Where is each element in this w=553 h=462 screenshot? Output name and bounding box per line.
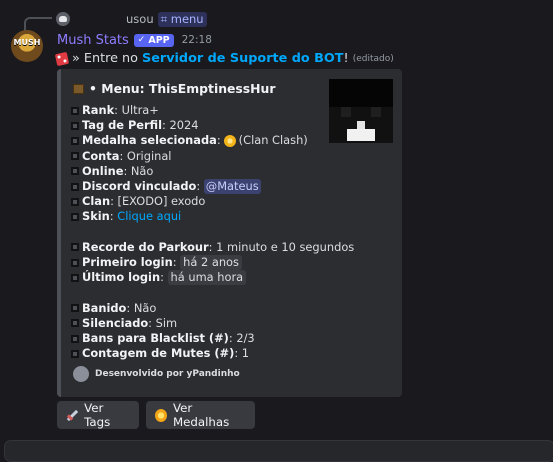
bot-username[interactable]: Mush Stats bbox=[57, 33, 129, 48]
bullet-icon bbox=[71, 304, 79, 313]
field-online: Online: Não bbox=[71, 164, 390, 179]
field-last-login: Último login: há uma hora bbox=[71, 270, 390, 286]
message-timestamp: 22:18 bbox=[181, 34, 212, 46]
field-mute-count: Contagem de Mutes (#): 1 bbox=[71, 346, 390, 361]
reply-reference[interactable]: usou ⌗ menu bbox=[56, 11, 207, 27]
developer-avatar bbox=[73, 366, 89, 382]
bullet-icon bbox=[71, 167, 79, 176]
bullet-icon bbox=[71, 213, 79, 222]
field-blacklist-bans: Bans para Blacklist (#): 2/3 bbox=[71, 331, 390, 346]
app-badge-label: APP bbox=[148, 34, 170, 46]
message-input[interactable] bbox=[4, 440, 553, 462]
field-parkour-record: Recorde do Parkour: 1 minuto e 10 segund… bbox=[71, 240, 390, 255]
bullet-icon bbox=[71, 258, 79, 267]
bullet-icon bbox=[71, 197, 79, 206]
message-suffix: ! bbox=[343, 51, 349, 66]
discord-avatar-icon bbox=[56, 12, 70, 26]
field-discord: Discord vinculado: @Mateus bbox=[71, 179, 390, 195]
embed-footer: Desenvolvido por yPandinho bbox=[73, 366, 240, 382]
view-tags-label: Ver Tags bbox=[84, 401, 111, 429]
reply-used-label: usou bbox=[126, 12, 154, 26]
bullet-icon bbox=[71, 319, 79, 328]
bot-avatar[interactable]: MUSH bbox=[11, 30, 43, 62]
view-medals-label: Ver Medalhas bbox=[172, 401, 230, 429]
app-badge: ✓ APP bbox=[133, 33, 174, 47]
profile-embed: • Menu: ThisEmptinessHur Rank: Ultra+ Ta… bbox=[57, 69, 402, 397]
bullet-icon bbox=[71, 182, 79, 191]
slash-command-label[interactable]: ⌗ menu bbox=[157, 11, 207, 27]
message-content: » Entre no Servidor de Suporte do BOT ! … bbox=[54, 51, 394, 66]
reply-connector bbox=[24, 17, 52, 31]
skin-link[interactable]: Clique aqui bbox=[117, 209, 181, 224]
chest-icon bbox=[73, 83, 84, 94]
bullet-icon bbox=[71, 334, 79, 343]
field-clan: Clan: [EXODO] exodo bbox=[71, 194, 390, 209]
message-header: Mush Stats ✓ APP 22:18 bbox=[57, 31, 212, 49]
bullet-icon bbox=[71, 121, 79, 130]
view-tags-button[interactable]: Ver Tags bbox=[57, 401, 139, 429]
field-muted: Silenciado: Sim bbox=[71, 316, 390, 331]
bot-avatar-logo: MUSH bbox=[13, 38, 41, 47]
bullet-icon bbox=[71, 273, 79, 282]
message-prefix: » Entre no bbox=[72, 51, 138, 66]
dice-icon bbox=[54, 51, 70, 66]
field-selected-medal: Medalha selecionada: (Clan Clash) bbox=[71, 133, 390, 148]
field-rank: Rank: Ultra+ bbox=[71, 103, 390, 118]
last-login-time: há uma hora bbox=[167, 270, 247, 286]
check-icon: ✓ bbox=[137, 35, 146, 45]
field-skin: Skin: Clique aqui bbox=[71, 209, 390, 224]
bullet-icon bbox=[71, 106, 79, 115]
field-first-login: Primeiro login: há 2 anos bbox=[71, 255, 390, 271]
sun-medal-icon bbox=[155, 408, 167, 422]
footer-text: Desenvolvido por yPandinho bbox=[95, 369, 240, 379]
view-medals-button[interactable]: Ver Medalhas bbox=[146, 401, 255, 429]
field-profile-tag: Tag de Perfil: 2024 bbox=[71, 118, 390, 133]
support-server-link[interactable]: Servidor de Suporte do BOT bbox=[142, 51, 344, 66]
discord-mention[interactable]: @Mateus bbox=[203, 179, 261, 195]
edited-label: (editado) bbox=[352, 53, 394, 64]
embed-fields: Rank: Ultra+ Tag de Perfil: 2024 Medalha… bbox=[71, 103, 390, 361]
embed-title-text: • Menu: ThisEmptinessHur bbox=[89, 81, 276, 96]
bullet-icon bbox=[71, 152, 79, 161]
embed-title: • Menu: ThisEmptinessHur bbox=[73, 81, 275, 96]
field-account: Conta: Original bbox=[71, 149, 390, 164]
bullet-icon bbox=[71, 137, 79, 145]
bullet-icon bbox=[71, 349, 79, 358]
medal-icon bbox=[223, 135, 236, 147]
bullet-icon bbox=[71, 243, 79, 252]
syringe-icon bbox=[66, 409, 78, 422]
field-banned: Banido: Não bbox=[71, 301, 390, 316]
first-login-time: há 2 anos bbox=[180, 255, 242, 271]
